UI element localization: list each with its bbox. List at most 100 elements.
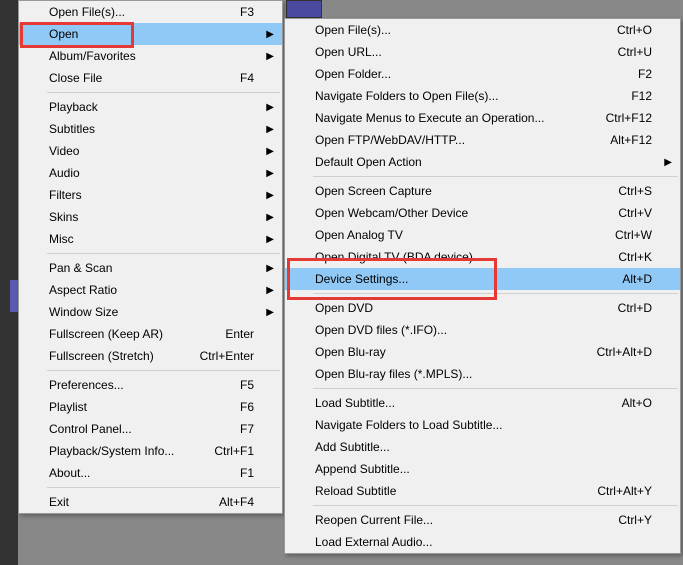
open-item-open-screen-capture[interactable]: Open Screen CaptureCtrl+S <box>285 180 680 202</box>
menu-item-label: Open File(s)... <box>315 23 597 37</box>
main-item-fullscreen-stretch[interactable]: Fullscreen (Stretch)Ctrl+Enter <box>19 345 282 367</box>
main-item-filters[interactable]: Filters▶ <box>19 184 282 206</box>
main-item-exit[interactable]: ExitAlt+F4 <box>19 491 282 513</box>
open-item-open-blu-ray[interactable]: Open Blu-rayCtrl+Alt+D <box>285 341 680 363</box>
main-item-audio[interactable]: Audio▶ <box>19 162 282 184</box>
main-item-pan-scan[interactable]: Pan & Scan ▶ <box>19 257 282 279</box>
open-item-open-url[interactable]: Open URL... Ctrl+U <box>285 41 680 63</box>
main-item-preferences[interactable]: Preferences...F5 <box>19 374 282 396</box>
menu-item-label: Open DVD files (*.IFO)... <box>315 323 652 337</box>
submenu-arrow-icon: ▶ <box>266 102 274 113</box>
menu-item-shortcut: Ctrl+Enter <box>200 349 254 363</box>
main-item-playback-system-info[interactable]: Playback/System Info...Ctrl+F1 <box>19 440 282 462</box>
app-left-stripe <box>10 280 18 312</box>
menu-item-shortcut: Alt+D <box>622 272 652 286</box>
menu-item-shortcut: F4 <box>240 71 254 85</box>
open-item-open-ftp-webdav-http[interactable]: Open FTP/WebDAV/HTTP...Alt+F12 <box>285 129 680 151</box>
open-item-open-digital-tv-bda-device[interactable]: Open Digital TV (BDA device)Ctrl+K <box>285 246 680 268</box>
open-item-default-open-action[interactable]: Default Open Action▶ <box>285 151 680 173</box>
open-item-open-blu-ray-files-mpls[interactable]: Open Blu-ray files (*.MPLS)... <box>285 363 680 385</box>
open-item-open-webcam-other-device[interactable]: Open Webcam/Other DeviceCtrl+V <box>285 202 680 224</box>
main-item-about[interactable]: About...F1 <box>19 462 282 484</box>
context-menu-open[interactable]: Open File(s)...Ctrl+OOpen URL...Ctrl+UOp… <box>284 18 681 554</box>
menu-item-label: Open Blu-ray files (*.MPLS)... <box>315 367 652 381</box>
submenu-arrow-icon: ▶ <box>266 29 274 40</box>
menu-item-label: Load Subtitle... <box>315 396 602 410</box>
open-item-open-file-s[interactable]: Open File(s)... Ctrl+O <box>285 19 680 41</box>
open-item-device-settings[interactable]: Device Settings... Alt+D <box>285 268 680 290</box>
menu-item-label: Device Settings... <box>315 272 602 286</box>
open-separator <box>313 505 678 506</box>
main-item-album-favorites[interactable]: Album/Favorites ▶ <box>19 45 282 67</box>
open-item-open-folder[interactable]: Open Folder...F2 <box>285 63 680 85</box>
open-separator <box>313 176 678 177</box>
main-item-window-size[interactable]: Window Size▶ <box>19 301 282 323</box>
open-item-add-subtitle[interactable]: Add Subtitle... <box>285 436 680 458</box>
menu-item-shortcut: Alt+F12 <box>610 133 652 147</box>
open-item-append-subtitle[interactable]: Append Subtitle... <box>285 458 680 480</box>
menu-item-shortcut: Enter <box>225 327 254 341</box>
menu-item-label: Skins <box>49 210 254 224</box>
open-item-open-dvd-files-ifo[interactable]: Open DVD files (*.IFO)... <box>285 319 680 341</box>
main-item-open-file-s[interactable]: Open File(s)...F3 <box>19 1 282 23</box>
open-item-navigate-folders-to-load-subtitle[interactable]: Navigate Folders to Load Subtitle... <box>285 414 680 436</box>
menu-item-label: Reopen Current File... <box>315 513 598 527</box>
menu-item-label: Navigate Folders to Load Subtitle... <box>315 418 652 432</box>
menu-item-label: Aspect Ratio <box>49 283 254 297</box>
menu-item-label: Open Analog TV <box>315 228 595 242</box>
menu-item-label: Playback/System Info... <box>49 444 194 458</box>
main-item-close-file[interactable]: Close File F4 <box>19 67 282 89</box>
main-item-skins[interactable]: Skins▶ <box>19 206 282 228</box>
main-item-subtitles[interactable]: Subtitles▶ <box>19 118 282 140</box>
menu-item-shortcut: Ctrl+Alt+D <box>597 345 652 359</box>
menu-item-label: Pan & Scan <box>49 261 254 275</box>
main-item-playlist[interactable]: PlaylistF6 <box>19 396 282 418</box>
menu-item-shortcut: Ctrl+O <box>617 23 652 37</box>
menu-item-label: Open Digital TV (BDA device) <box>315 250 598 264</box>
menu-item-shortcut: Ctrl+Alt+Y <box>597 484 652 498</box>
menu-item-label: Filters <box>49 188 254 202</box>
open-separator <box>313 388 678 389</box>
submenu-arrow-icon: ▶ <box>266 307 274 318</box>
open-item-navigate-menus-to-execute-an-operation[interactable]: Navigate Menus to Execute an Operation..… <box>285 107 680 129</box>
submenu-arrow-icon: ▶ <box>266 51 274 62</box>
menu-item-label: Open File(s)... <box>49 5 220 19</box>
menu-item-label: Fullscreen (Keep AR) <box>49 327 205 341</box>
open-item-reopen-current-file[interactable]: Reopen Current File... Ctrl+Y <box>285 509 680 531</box>
main-item-misc[interactable]: Misc▶ <box>19 228 282 250</box>
menu-item-label: Add Subtitle... <box>315 440 652 454</box>
main-item-fullscreen-keep-ar[interactable]: Fullscreen (Keep AR) Enter <box>19 323 282 345</box>
menu-item-shortcut: Ctrl+Y <box>618 513 652 527</box>
menu-item-label: Open Screen Capture <box>315 184 598 198</box>
context-menu-main[interactable]: Open File(s)...F3Open▶ Album/Favorites ▶ Cl… <box>18 0 283 514</box>
main-separator <box>47 253 280 254</box>
main-separator <box>47 487 280 488</box>
menu-item-label: Control Panel... <box>49 422 220 436</box>
menu-item-label: Close File <box>49 71 220 85</box>
open-item-open-dvd[interactable]: Open DVDCtrl+D <box>285 297 680 319</box>
submenu-arrow-icon: ▶ <box>266 263 274 274</box>
app-top-fragment <box>286 0 322 18</box>
menu-item-label: Album/Favorites <box>49 49 254 63</box>
menu-item-label: Open Webcam/Other Device <box>315 206 598 220</box>
main-item-playback[interactable]: Playback▶ <box>19 96 282 118</box>
menu-item-shortcut: Ctrl+U <box>618 45 652 59</box>
menu-item-shortcut: F7 <box>240 422 254 436</box>
main-item-control-panel[interactable]: Control Panel... F7 <box>19 418 282 440</box>
open-item-reload-subtitle[interactable]: Reload SubtitleCtrl+Alt+Y <box>285 480 680 502</box>
main-item-open[interactable]: Open▶ <box>19 23 282 45</box>
menu-item-label: Audio <box>49 166 254 180</box>
open-item-load-external-audio[interactable]: Load External Audio... <box>285 531 680 553</box>
open-item-open-analog-tv[interactable]: Open Analog TVCtrl+W <box>285 224 680 246</box>
open-item-navigate-folders-to-open-file-s[interactable]: Navigate Folders to Open File(s)...F12 <box>285 85 680 107</box>
menu-item-shortcut: Alt+O <box>622 396 652 410</box>
open-item-load-subtitle[interactable]: Load Subtitle... Alt+O <box>285 392 680 414</box>
main-item-video[interactable]: Video▶ <box>19 140 282 162</box>
main-item-aspect-ratio[interactable]: Aspect Ratio▶ <box>19 279 282 301</box>
menu-item-label: Open URL... <box>315 45 598 59</box>
menu-item-shortcut: F6 <box>240 400 254 414</box>
open-separator <box>313 293 678 294</box>
menu-item-shortcut: Ctrl+D <box>618 301 652 315</box>
menu-item-label: Navigate Menus to Execute an Operation..… <box>315 111 586 125</box>
submenu-arrow-icon: ▶ <box>266 146 274 157</box>
